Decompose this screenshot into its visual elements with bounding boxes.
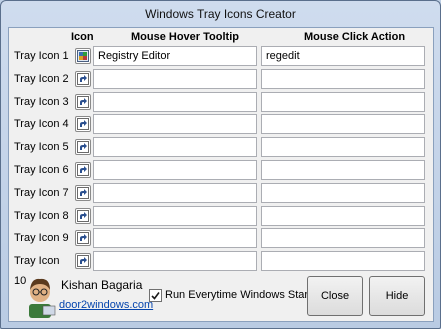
shortcut-arrow-icon	[77, 210, 89, 222]
website-link[interactable]: door2windows.com	[59, 299, 153, 311]
click-action-input[interactable]	[261, 46, 425, 66]
tooltip-input[interactable]	[93, 92, 257, 112]
shortcut-arrow-icon	[77, 164, 89, 176]
app-window: Windows Tray Icons Creator Icon Mouse Ho…	[0, 0, 441, 329]
tray-icon-label: Tray Icon 4	[14, 118, 69, 130]
tray-icon-picker-button[interactable]	[75, 253, 91, 269]
tooltip-input[interactable]	[93, 160, 257, 180]
tooltip-input[interactable]	[93, 251, 257, 271]
shortcut-arrow-icon	[77, 255, 89, 267]
tooltip-input[interactable]	[93, 183, 257, 203]
tray-icon-label: Tray Icon 8	[14, 210, 69, 222]
tray-icon-label: Tray Icon 9	[14, 232, 69, 244]
tray-icon-picker-button[interactable]	[75, 48, 91, 64]
click-action-input[interactable]	[261, 228, 425, 248]
shortcut-arrow-icon	[77, 118, 89, 130]
hide-button[interactable]: Hide	[369, 276, 425, 316]
tray-icon-label: Tray Icon 3	[14, 96, 69, 108]
tooltip-input[interactable]	[93, 69, 257, 89]
click-action-input[interactable]	[261, 160, 425, 180]
tray-icon-label: Tray Icon 6	[14, 164, 69, 176]
click-action-input[interactable]	[261, 183, 425, 203]
click-action-input[interactable]	[261, 251, 425, 271]
tray-icon-picker-button[interactable]	[75, 116, 91, 132]
tray-icon-picker-button[interactable]	[75, 139, 91, 155]
click-action-input[interactable]	[261, 69, 425, 89]
window-title: Windows Tray Icons Creator	[145, 7, 296, 21]
checkmark-icon	[151, 292, 160, 300]
tray-icon-label: Tray Icon 5	[14, 141, 69, 153]
shortcut-arrow-icon	[77, 73, 89, 85]
author-name: Kishan Bagaria	[61, 278, 143, 292]
click-action-input[interactable]	[261, 206, 425, 226]
main-panel: Icon Mouse Hover Tooltip Mouse Click Act…	[8, 27, 434, 322]
author-avatar	[29, 278, 56, 318]
tooltip-input[interactable]	[93, 46, 257, 66]
click-action-input[interactable]	[261, 137, 425, 157]
tray-icon-picker-button[interactable]	[75, 94, 91, 110]
header-tooltip: Mouse Hover Tooltip	[131, 31, 239, 43]
tray-icon-label: Tray Icon 7	[14, 187, 69, 199]
click-action-input[interactable]	[261, 92, 425, 112]
startup-checkbox[interactable]	[149, 289, 162, 302]
header-icon: Icon	[71, 31, 94, 43]
tray-icon-picker-button[interactable]	[75, 230, 91, 246]
tray-icon-label: Tray Icon 2	[14, 73, 69, 85]
shortcut-arrow-icon	[77, 187, 89, 199]
shortcut-arrow-icon	[77, 232, 89, 244]
shortcut-arrow-icon	[77, 96, 89, 108]
shortcut-arrow-icon	[77, 141, 89, 153]
tooltip-input[interactable]	[93, 206, 257, 226]
tray-icon-picker-button[interactable]	[75, 71, 91, 87]
registry-editor-icon	[77, 50, 89, 62]
tooltip-input[interactable]	[93, 114, 257, 134]
click-action-input[interactable]	[261, 114, 425, 134]
tray-icon-picker-button[interactable]	[75, 162, 91, 178]
tooltip-input[interactable]	[93, 228, 257, 248]
header-action: Mouse Click Action	[304, 31, 406, 43]
tray-icon-label: Tray Icon 1	[14, 50, 69, 62]
tray-icon-picker-button[interactable]	[75, 185, 91, 201]
tooltip-input[interactable]	[93, 137, 257, 157]
close-button[interactable]: Close	[307, 276, 363, 316]
tray-icon-picker-button[interactable]	[75, 208, 91, 224]
